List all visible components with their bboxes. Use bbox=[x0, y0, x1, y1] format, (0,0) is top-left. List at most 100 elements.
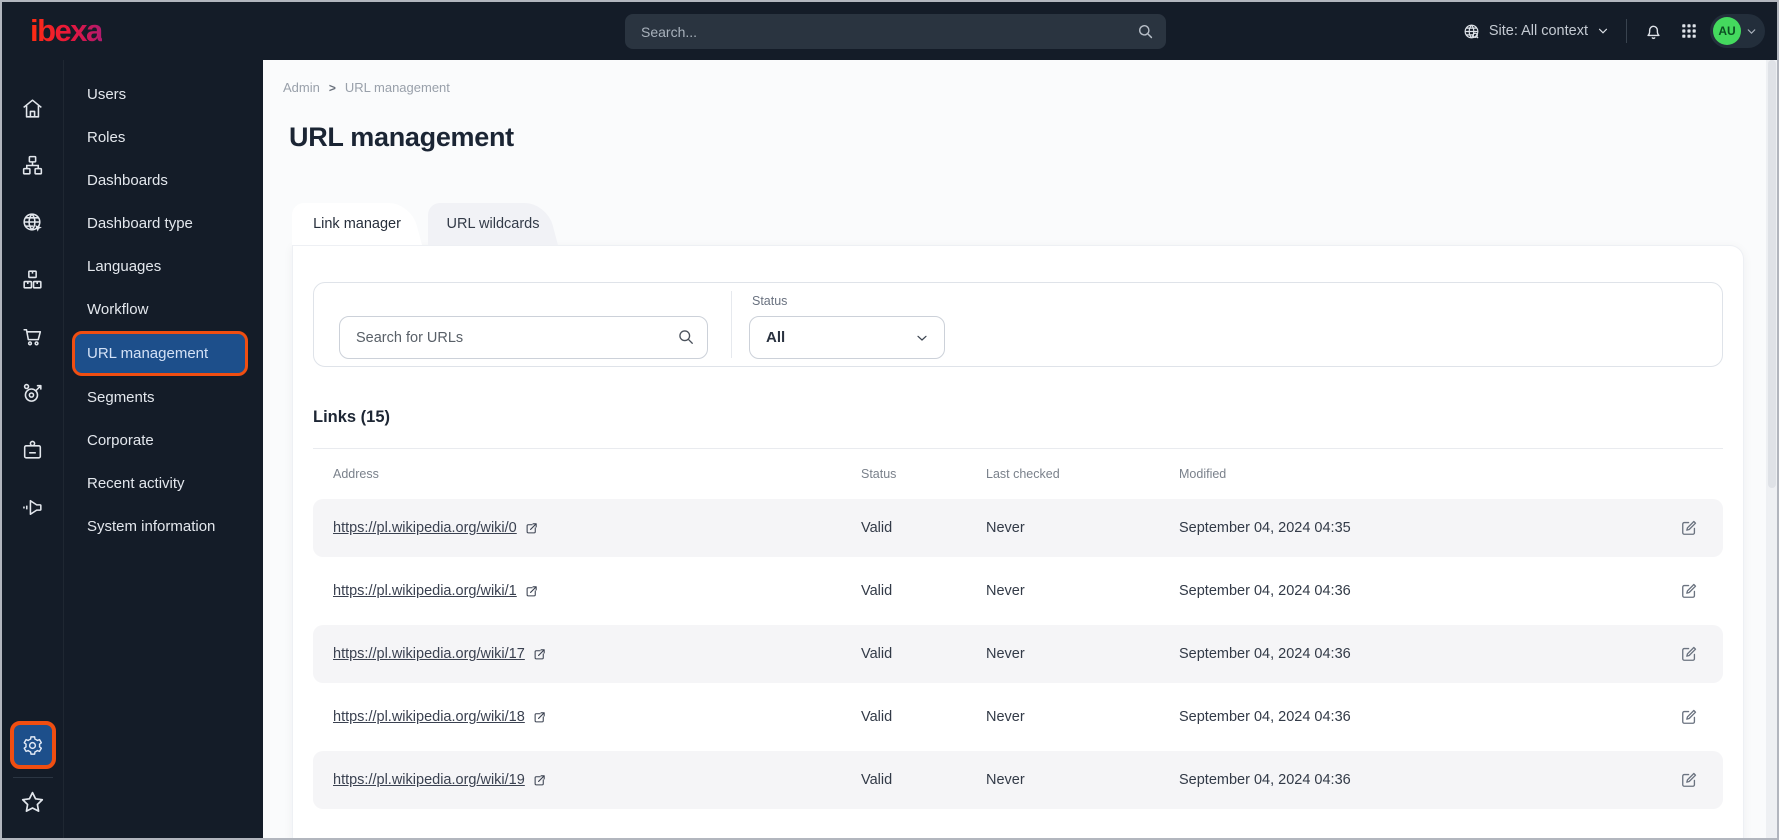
status-label: Status bbox=[752, 294, 788, 308]
external-link-icon bbox=[532, 773, 547, 788]
sidebar-item-recent-activity[interactable]: Recent activity bbox=[64, 462, 263, 505]
status-cell: Valid bbox=[861, 646, 893, 662]
home-icon[interactable] bbox=[2, 80, 63, 137]
link-manager-panel: Status All Links (15) Address Status Las… bbox=[292, 245, 1744, 838]
table-row: https://pl.wikipedia.org/wiki/19 Valid N… bbox=[313, 751, 1723, 809]
col-header-address: Address bbox=[333, 467, 379, 481]
site-globe-icon[interactable] bbox=[2, 194, 63, 251]
edit-button[interactable] bbox=[1671, 699, 1707, 735]
favorites-star-icon[interactable] bbox=[19, 785, 46, 820]
rail-divider bbox=[12, 777, 53, 778]
modified-cell: September 04, 2024 04:36 bbox=[1179, 772, 1351, 788]
product-catalog-icon[interactable] bbox=[2, 251, 63, 308]
commerce-cart-icon[interactable] bbox=[2, 308, 63, 365]
breadcrumb-separator: > bbox=[328, 80, 336, 95]
ibexa-logo[interactable]: ibexa bbox=[30, 13, 103, 49]
filter-card: Status All bbox=[313, 282, 1723, 367]
page-title: URL management bbox=[289, 122, 514, 152]
tab-url-wildcards[interactable]: URL wildcards bbox=[428, 203, 558, 245]
admin-settings-gear-icon[interactable] bbox=[9, 721, 56, 769]
status-cell: Valid bbox=[861, 583, 893, 599]
edit-button[interactable] bbox=[1671, 762, 1707, 798]
url-link[interactable]: https://pl.wikipedia.org/wiki/0 bbox=[333, 520, 517, 536]
customer-badge-icon[interactable] bbox=[2, 422, 63, 479]
chevron-down-icon bbox=[914, 330, 930, 346]
col-header-status: Status bbox=[861, 467, 897, 481]
edit-button[interactable] bbox=[1671, 573, 1707, 609]
modified-cell: September 04, 2024 04:35 bbox=[1179, 520, 1351, 536]
table-header: Address Status Last checked Modified bbox=[313, 449, 1723, 499]
tab-link-manager[interactable]: Link manager bbox=[292, 203, 422, 245]
url-link[interactable]: https://pl.wikipedia.org/wiki/18 bbox=[333, 709, 525, 725]
globe-icon bbox=[1462, 22, 1481, 41]
scrollbar-thumb[interactable] bbox=[1767, 60, 1776, 488]
global-search bbox=[625, 14, 1166, 49]
sidebar-item-roles[interactable]: Roles bbox=[64, 116, 263, 159]
filter-divider bbox=[731, 291, 732, 358]
sidebar-item-languages[interactable]: Languages bbox=[64, 245, 263, 288]
modified-cell: September 04, 2024 04:36 bbox=[1179, 709, 1351, 725]
table-row: https://pl.wikipedia.org/wiki/18 Valid N… bbox=[313, 688, 1723, 746]
breadcrumb-admin[interactable]: Admin bbox=[283, 80, 320, 95]
status-cell: Valid bbox=[861, 520, 893, 536]
col-header-last-checked: Last checked bbox=[986, 467, 1060, 481]
table-row: https://pl.wikipedia.org/wiki/0 Valid Ne… bbox=[313, 499, 1723, 557]
status-select[interactable]: All bbox=[749, 316, 945, 359]
status-select-value: All bbox=[766, 329, 786, 346]
sidebar-item-dashboards[interactable]: Dashboards bbox=[64, 159, 263, 202]
search-icon bbox=[1136, 22, 1155, 41]
sidebar-icon-rail bbox=[2, 60, 64, 838]
last-checked-cell: Never bbox=[986, 583, 1025, 599]
modified-cell: September 04, 2024 04:36 bbox=[1179, 646, 1351, 662]
user-menu[interactable]: AU bbox=[1710, 14, 1765, 48]
topbar-divider bbox=[1626, 19, 1627, 43]
chevron-down-icon bbox=[1745, 25, 1758, 38]
last-checked-cell: Never bbox=[986, 709, 1025, 725]
content-structure-icon[interactable] bbox=[2, 137, 63, 194]
table-row: https://pl.wikipedia.org/wiki/1 Valid Ne… bbox=[313, 562, 1723, 620]
last-checked-cell: Never bbox=[986, 646, 1025, 662]
chevron-down-icon bbox=[1596, 24, 1610, 38]
search-icon bbox=[676, 327, 696, 347]
external-link-icon bbox=[524, 584, 539, 599]
links-heading: Links (15) bbox=[313, 408, 391, 426]
sidebar-item-dashboard-type[interactable]: Dashboard type bbox=[64, 202, 263, 245]
sidebar-item-segments[interactable]: Segments bbox=[64, 376, 263, 419]
status-cell: Valid bbox=[861, 709, 893, 725]
status-cell: Valid bbox=[861, 772, 893, 788]
sidebar-item-workflow[interactable]: Workflow bbox=[64, 288, 263, 331]
sidebar-item-system-information[interactable]: System information bbox=[64, 505, 263, 548]
url-search-input[interactable] bbox=[339, 316, 708, 359]
topbar-right-cluster: Site: All context AU bbox=[1462, 2, 1765, 60]
page-scrollbar[interactable] bbox=[1766, 60, 1777, 838]
url-link[interactable]: https://pl.wikipedia.org/wiki/19 bbox=[333, 772, 525, 788]
external-link-icon bbox=[524, 521, 539, 536]
app-root: ibexa Site: All context bbox=[0, 0, 1779, 840]
site-context-switcher[interactable]: Site: All context bbox=[1462, 22, 1610, 41]
marketing-megaphone-icon[interactable] bbox=[2, 479, 63, 536]
url-search bbox=[339, 316, 708, 359]
edit-button[interactable] bbox=[1671, 510, 1707, 546]
sidebar-item-users[interactable]: Users bbox=[64, 73, 263, 116]
url-link[interactable]: https://pl.wikipedia.org/wiki/17 bbox=[333, 646, 525, 662]
last-checked-cell: Never bbox=[986, 772, 1025, 788]
topbar: ibexa Site: All context bbox=[2, 2, 1777, 60]
breadcrumb: Admin > URL management bbox=[283, 80, 450, 95]
sidebar-item-corporate[interactable]: Corporate bbox=[64, 419, 263, 462]
modified-cell: September 04, 2024 04:36 bbox=[1179, 583, 1351, 599]
apps-grid-icon[interactable] bbox=[1680, 22, 1698, 40]
last-checked-cell: Never bbox=[986, 520, 1025, 536]
breadcrumb-url-management: URL management bbox=[344, 80, 450, 95]
external-link-icon bbox=[532, 647, 547, 662]
audience-target-icon[interactable] bbox=[2, 365, 63, 422]
url-link[interactable]: https://pl.wikipedia.org/wiki/1 bbox=[333, 583, 517, 599]
avatar: AU bbox=[1713, 17, 1741, 45]
edit-button[interactable] bbox=[1671, 636, 1707, 672]
external-link-icon bbox=[532, 710, 547, 725]
tabs: Link manager URL wildcards bbox=[292, 203, 558, 245]
sidebar-item-url-management[interactable]: URL management bbox=[72, 331, 248, 376]
sidebar-menu: Users Roles Dashboards Dashboard type La… bbox=[64, 60, 263, 838]
notifications-bell-icon[interactable] bbox=[1643, 21, 1664, 42]
global-search-input[interactable] bbox=[625, 14, 1166, 49]
col-header-modified: Modified bbox=[1179, 467, 1227, 481]
